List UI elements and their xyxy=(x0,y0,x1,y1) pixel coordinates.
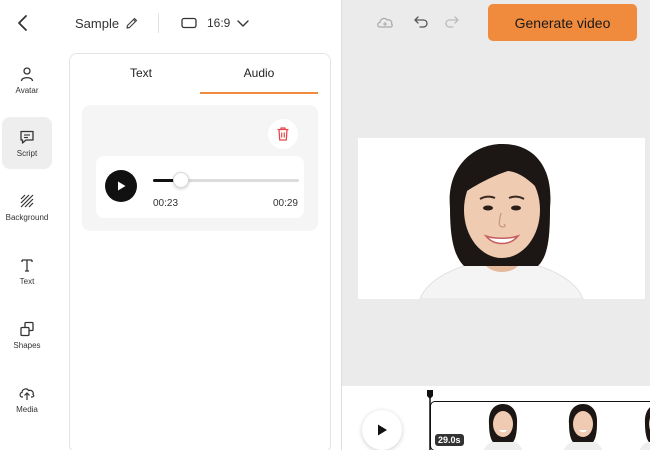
current-time: 00:23 xyxy=(153,198,179,209)
sidebar-item-label: Avatar xyxy=(15,85,39,95)
sidebar-item-label: Script xyxy=(16,148,38,158)
hatch-pattern-icon xyxy=(20,194,34,207)
timeline-clip[interactable]: 29.0s xyxy=(430,401,650,450)
sidebar: Avatar Script Background Text Shapes Med… xyxy=(0,46,56,450)
sidebar-item-media[interactable]: Media xyxy=(2,373,52,425)
text-icon xyxy=(21,258,33,272)
total-time: 00:29 xyxy=(272,198,298,209)
speech-bubble-icon xyxy=(20,130,34,144)
play-icon xyxy=(118,181,126,191)
top-bar: Sample 16:9 xyxy=(0,0,341,46)
audio-card: 00:23 00:29 xyxy=(82,105,318,231)
sidebar-item-label: Background xyxy=(5,212,49,222)
project-name[interactable]: Sample xyxy=(75,16,119,31)
undo-button[interactable] xyxy=(412,13,430,31)
sidebar-item-background[interactable]: Background xyxy=(2,181,52,233)
chevron-down-icon xyxy=(237,20,250,27)
avatar-portrait xyxy=(358,138,645,299)
divider xyxy=(158,13,159,33)
script-panel: Text Audio 00:23 00:29 xyxy=(69,53,331,450)
play-icon xyxy=(378,424,387,436)
sidebar-item-text[interactable]: Text xyxy=(2,245,52,297)
aspect-ratio-value: 16:9 xyxy=(207,16,231,30)
cloud-upload-icon xyxy=(19,387,35,400)
canvas-area: Generate video xyxy=(341,0,650,386)
trash-icon xyxy=(277,127,289,141)
clip-duration-badge: 29.0s xyxy=(435,434,464,446)
shapes-icon xyxy=(20,321,34,336)
redo-button[interactable] xyxy=(443,13,461,31)
timeline-play-button[interactable] xyxy=(362,410,402,450)
generate-video-button[interactable]: Generate video xyxy=(488,4,637,41)
sidebar-item-label: Shapes xyxy=(13,340,41,350)
audio-seek-handle[interactable] xyxy=(172,172,189,188)
save-status-button[interactable] xyxy=(376,13,394,31)
sidebar-item-label: Media xyxy=(16,404,38,414)
timeline: 29.0s xyxy=(341,386,650,450)
chevron-left-icon xyxy=(18,15,27,31)
panel-tabs: Text Audio xyxy=(82,64,318,94)
sidebar-item-label: Text xyxy=(19,276,35,286)
sidebar-item-script[interactable]: Script xyxy=(2,117,52,169)
audio-play-button[interactable] xyxy=(105,170,137,202)
audio-seek-bar[interactable] xyxy=(153,172,299,188)
clip-thumbnails xyxy=(483,404,650,450)
video-preview[interactable] xyxy=(358,138,645,299)
tab-text[interactable]: Text xyxy=(82,64,200,94)
delete-audio-button[interactable] xyxy=(268,119,298,149)
person-icon xyxy=(20,66,34,81)
sidebar-item-avatar[interactable]: Avatar xyxy=(2,54,52,106)
redo-icon xyxy=(445,16,459,28)
rename-button[interactable] xyxy=(124,15,140,31)
aspect-ratio-dropdown[interactable]: 16:9 xyxy=(181,14,250,32)
cloud-icon xyxy=(377,17,393,28)
rectangle-icon xyxy=(181,17,197,29)
undo-icon xyxy=(414,16,428,28)
audio-player: 00:23 00:29 xyxy=(96,156,304,218)
sidebar-item-shapes[interactable]: Shapes xyxy=(2,309,52,361)
back-button[interactable] xyxy=(12,12,34,34)
pencil-icon xyxy=(126,17,138,29)
tab-audio[interactable]: Audio xyxy=(200,64,318,94)
